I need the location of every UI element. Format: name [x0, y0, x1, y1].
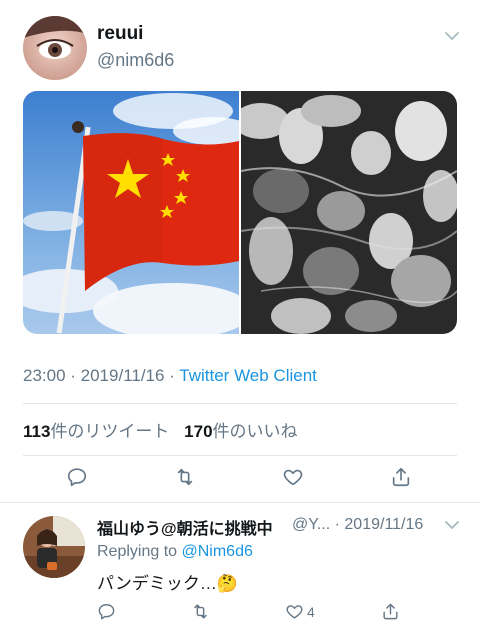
replying-to: Replying to @Nim6d6 [97, 543, 253, 561]
share-button[interactable] [390, 466, 412, 488]
reply-like-button[interactable]: 4 [285, 602, 315, 621]
reply-icon [67, 468, 87, 487]
reply-share-button[interactable] [381, 602, 400, 621]
share-icon [383, 603, 398, 620]
like-count: 170 [184, 422, 213, 441]
divider [23, 403, 457, 404]
reply-retweet-button[interactable] [191, 602, 210, 621]
replying-prefix: Replying to [97, 543, 182, 560]
divider [23, 455, 457, 456]
retweet-count: 113 [23, 422, 51, 441]
retweet-icon [177, 468, 193, 486]
heart-icon [283, 469, 303, 486]
share-icon [392, 467, 410, 487]
reply-like-count: 4 [307, 603, 315, 620]
chevron-down-icon[interactable] [444, 517, 460, 533]
author-avatar[interactable] [23, 16, 87, 80]
reply-button[interactable] [66, 466, 88, 488]
reply-text: パンデミック…🤔 [97, 574, 239, 593]
flag-image[interactable] [23, 91, 253, 334]
microscope-image[interactable] [233, 91, 457, 334]
chevron-down-icon[interactable] [444, 28, 460, 44]
reply-reply-button[interactable] [97, 602, 116, 621]
heart-icon [286, 605, 303, 619]
replying-handle-link[interactable]: @Nim6d6 [182, 543, 253, 560]
retweet-stat[interactable]: 113件のリツイート [23, 422, 174, 441]
like-stat[interactable]: 170件のいいね [184, 422, 297, 441]
tweet-media [23, 91, 457, 334]
divider [0, 502, 480, 503]
retweet-label: 件のリツイート [50, 422, 170, 441]
client-link[interactable]: Twitter Web Client [179, 366, 317, 385]
reply-handle-date[interactable]: @Y... · 2019/11/16 [292, 516, 423, 534]
reply-author-avatar[interactable] [23, 516, 85, 578]
tweet-timestamp-line: 23:00 · 2019/11/16 · Twitter Web Client [23, 366, 317, 386]
like-button[interactable] [282, 466, 304, 488]
reply-icon [98, 604, 115, 620]
reply-author-display-name[interactable]: 福山ゆう@朝活に挑戦中 [97, 515, 273, 539]
retweet-icon [194, 604, 207, 619]
author-display-name[interactable]: reuui [97, 23, 143, 45]
tweet-stats: 113件のリツイート 170件のいいね [23, 417, 298, 442]
like-label: 件のいいね [212, 422, 298, 441]
retweet-button[interactable] [174, 466, 196, 488]
author-handle[interactable]: @nim6d6 [97, 50, 174, 71]
tweet-timestamp[interactable]: 23:00 · 2019/11/16 · [23, 366, 179, 385]
